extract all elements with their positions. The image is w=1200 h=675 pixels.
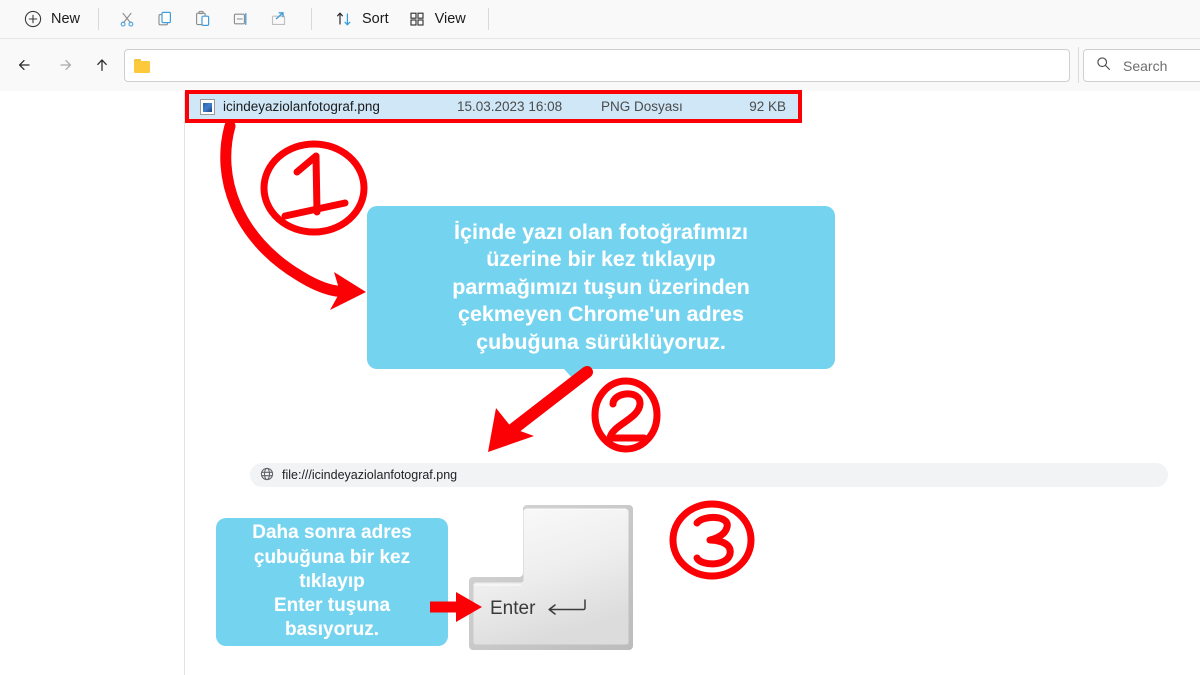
share-icon: [269, 9, 289, 29]
rename-icon: [231, 9, 251, 29]
search-icon: [1096, 56, 1111, 76]
navigation-pane-divider: [184, 92, 185, 675]
toolbar-divider-2: [311, 8, 313, 30]
grid-view-icon: [407, 9, 427, 29]
view-button[interactable]: View: [398, 4, 475, 34]
callout-bubble-enter-instruction: Daha sonra adres çubuğuna bir kez tıklay…: [216, 518, 448, 646]
toolbar-divider-1: [98, 8, 100, 30]
paste-icon: [193, 9, 213, 29]
share-button[interactable]: [260, 4, 298, 34]
search-input[interactable]: Search: [1083, 49, 1200, 82]
address-search-divider: [1078, 47, 1079, 83]
path-address-input[interactable]: [124, 49, 1070, 82]
file-row-highlight-box: [185, 90, 802, 123]
cut-button[interactable]: [108, 4, 146, 34]
copy-button[interactable]: [146, 4, 184, 34]
scissors-icon: [117, 9, 137, 29]
plus-circle-icon: [23, 9, 43, 29]
enter-key-label: Enter: [490, 598, 536, 619]
address-bar-row: Search: [0, 39, 1200, 91]
up-arrow-icon[interactable]: [86, 49, 118, 81]
chrome-address-bar[interactable]: file:///icindeyaziolanfotograf.png: [250, 463, 1168, 487]
toolbar-divider-3: [487, 8, 489, 30]
enter-key-label-group: Enter: [490, 597, 589, 621]
view-button-label: View: [434, 11, 466, 27]
file-explorer-toolbar: New Sort View: [0, 0, 1200, 39]
globe-icon: [260, 467, 274, 484]
forward-arrow-icon[interactable]: [48, 49, 80, 81]
folder-icon: [134, 58, 151, 73]
sort-arrows-icon: [334, 9, 354, 29]
new-button-label: New: [51, 11, 81, 27]
new-button[interactable]: New: [14, 4, 89, 34]
chrome-address-value: file:///icindeyaziolanfotograf.png: [282, 468, 458, 482]
sort-button-label: Sort: [362, 11, 389, 27]
back-arrow-icon[interactable]: [10, 49, 42, 81]
copy-icon: [155, 9, 175, 29]
enter-return-arrow-icon: [543, 597, 589, 621]
callout-bubble-drag-instruction: İçinde yazı olan fotoğrafımızı üzerine b…: [367, 206, 835, 382]
paste-button[interactable]: [184, 4, 222, 34]
sort-button[interactable]: Sort: [325, 4, 398, 34]
search-placeholder: Search: [1123, 57, 1168, 74]
rename-button[interactable]: [222, 4, 260, 34]
screenshot-root: New Sort View Search icindeyaziolanfotog…: [0, 0, 1200, 675]
enter-key-graphic: Enter: [466, 500, 636, 655]
